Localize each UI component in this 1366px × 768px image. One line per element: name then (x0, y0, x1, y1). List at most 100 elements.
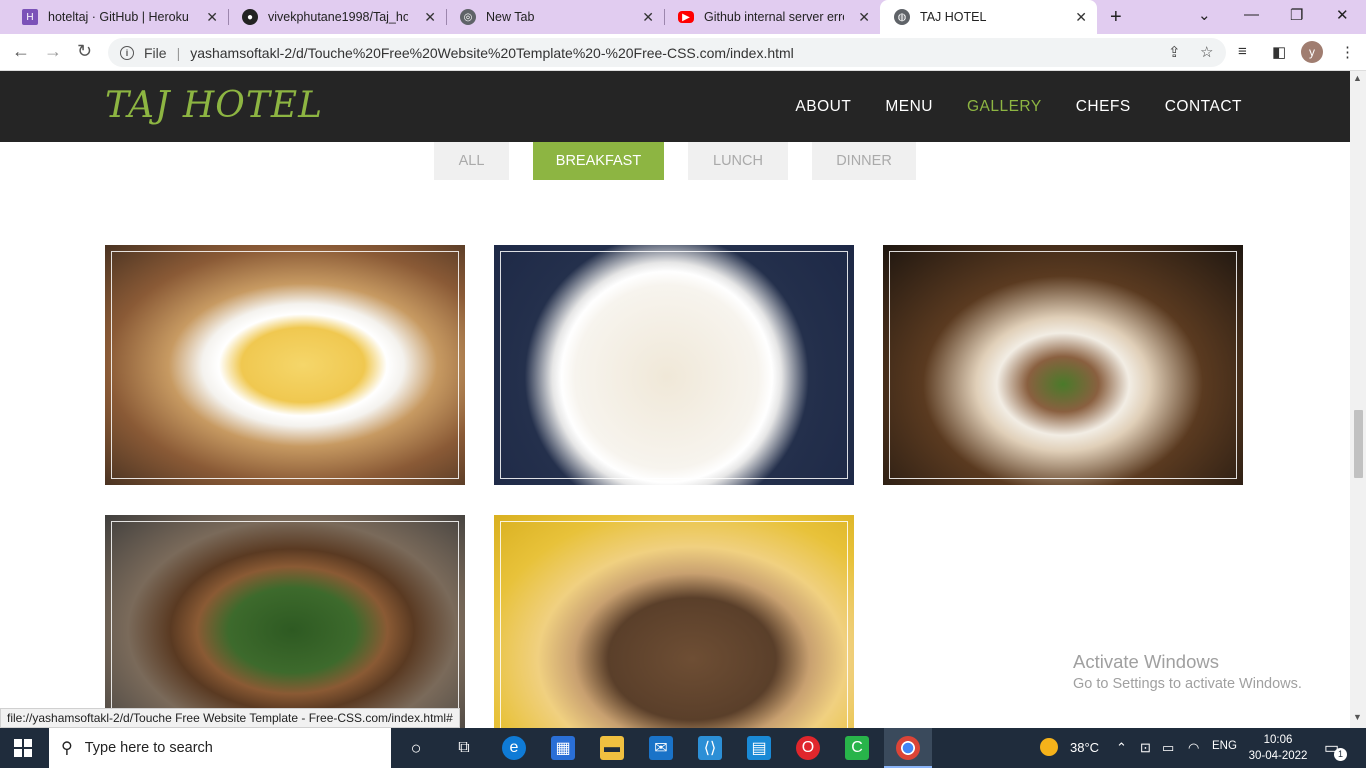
tab-title: hoteltaj · GitHub | Heroku (48, 10, 188, 24)
github-icon: ● (242, 9, 258, 25)
camtasia-icon[interactable]: C (845, 736, 869, 760)
tab-title: TAJ HOTEL (920, 10, 987, 24)
link-status-bubble: file://yashamsoftakl-2/d/Touche Free Web… (0, 708, 460, 728)
taskbar-search-placeholder: Type here to search (84, 740, 213, 756)
filter-breakfast-button[interactable]: BREAKFAST (533, 142, 664, 180)
mail-icon[interactable]: ✉ (649, 736, 673, 760)
close-tab-icon[interactable]: ✕ (1075, 9, 1087, 26)
scheme-label: File (144, 44, 167, 61)
page-viewport: TAJ HOTEL ABOUT MENU GALLERY CHEFS CONTA… (0, 71, 1350, 728)
taskbar-search-box[interactable]: ⚲ Type here to search (49, 728, 391, 768)
notification-count-badge: 1 (1334, 748, 1347, 761)
weather-sun-icon[interactable] (1040, 738, 1058, 756)
photo-frame (111, 521, 459, 728)
windows-taskbar: ⚲ Type here to search ○ ⧉ e ▦ ▬ ✉ ⟨⟩ ▤ O… (0, 728, 1366, 768)
filter-lunch-button[interactable]: LUNCH (688, 142, 788, 180)
youtube-icon: ▶ (678, 11, 694, 23)
site-logo[interactable]: TAJ HOTEL (105, 85, 323, 126)
tab-title: New Tab (486, 10, 535, 24)
scroll-down-arrow-icon[interactable]: ▼ (1353, 712, 1362, 722)
nav-chefs[interactable]: CHEFS (1076, 98, 1131, 116)
taskbar-clock[interactable]: 10:06 30-04-2022 (1248, 732, 1308, 764)
browser-tab-taj-hotel[interactable]: ◍ TAJ HOTEL ✕ (880, 0, 1097, 34)
browser-tab-youtube[interactable]: ▶ Github internal server error, i ✕ (664, 0, 880, 34)
gallery-photo-grilled-steak[interactable] (494, 515, 854, 728)
gallery-photo-noodle-dish[interactable] (105, 245, 465, 485)
chrome-taskbar-icon[interactable] (896, 736, 920, 760)
reload-icon[interactable]: ↻ (77, 41, 92, 62)
gallery-photo-steak-broccoli[interactable] (883, 245, 1243, 485)
side-panel-icon[interactable]: ◧ (1272, 43, 1286, 61)
store-icon[interactable]: ▦ (551, 736, 575, 760)
address-bar[interactable]: i File | yashamsoftakl-2/d/Touche%20Free… (108, 38, 1226, 67)
nav-gallery[interactable]: GALLERY (967, 98, 1042, 116)
address-url[interactable]: yashamsoftakl-2/d/Touche%20Free%20Websit… (190, 45, 794, 61)
browser-tab-heroku[interactable]: H hoteltaj · GitHub | Heroku ✕ (8, 0, 228, 34)
back-arrow-icon[interactable]: ← (12, 41, 30, 62)
wifi-icon[interactable]: ◠ (1188, 740, 1199, 756)
heroku-icon: H (22, 9, 38, 25)
file-explorer-icon[interactable]: ▬ (600, 736, 624, 760)
tab-search-chevron-icon[interactable]: ⌄ (1198, 6, 1211, 24)
gallery-filters: ALL BREAKFAST LUNCH DINNER (434, 142, 916, 180)
watermark-title: Activate Windows (1073, 651, 1219, 672)
minimize-icon[interactable]: — (1244, 6, 1259, 23)
edge-icon[interactable]: e (502, 736, 526, 760)
close-tab-icon[interactable]: ✕ (858, 9, 870, 26)
windows-start-icon[interactable] (14, 739, 32, 757)
gallery-photo-breakfast-plate[interactable] (494, 245, 854, 485)
browser-tab-strip: H hoteltaj · GitHub | Heroku ✕ ● vivekph… (0, 0, 1366, 34)
photo-frame (111, 251, 459, 479)
browser-tab-github[interactable]: ● vivekphutane1998/Taj_hotel- ✕ (228, 0, 446, 34)
close-window-icon[interactable]: ✕ (1336, 6, 1349, 24)
address-separator: | (176, 44, 181, 61)
nav-about[interactable]: ABOUT (795, 98, 851, 116)
battery-icon[interactable]: ▭ (1162, 740, 1174, 756)
filter-all-button[interactable]: ALL (434, 142, 509, 180)
scrollbar-thumb[interactable] (1354, 410, 1363, 478)
show-hidden-icons-chevron-icon[interactable]: ⌃ (1116, 740, 1127, 756)
photo-frame (889, 251, 1237, 479)
weather-temperature[interactable]: 38°C (1070, 740, 1099, 755)
close-tab-icon[interactable]: ✕ (642, 9, 654, 26)
task-view-icon[interactable]: ⧉ (452, 736, 476, 760)
vscode-icon[interactable]: ⟨⟩ (698, 736, 722, 760)
browser-toolbar: ← → ↻ i File | yashamsoftakl-2/d/Touche%… (0, 34, 1366, 71)
share-icon[interactable]: ⇪ (1168, 43, 1181, 61)
clock-time: 10:06 (1263, 734, 1293, 746)
reading-list-icon[interactable]: ≡ (1238, 43, 1247, 60)
forward-arrow-icon[interactable]: → (44, 41, 62, 62)
scroll-up-arrow-icon[interactable]: ▲ (1353, 73, 1362, 83)
bookmark-star-icon[interactable]: ☆ (1200, 43, 1213, 61)
clock-date: 30-04-2022 (1248, 750, 1308, 762)
page-scrollbar[interactable]: ▲ ▼ (1350, 71, 1366, 728)
language-indicator[interactable]: ENG (1212, 740, 1237, 752)
globe-icon: ◍ (894, 9, 910, 25)
network-device-icon[interactable]: ⊡ (1140, 740, 1151, 756)
activate-windows-watermark: Activate Windows Go to Settings to activ… (1073, 651, 1302, 692)
cortana-icon[interactable]: ○ (404, 736, 428, 760)
restore-icon[interactable]: ❐ (1290, 6, 1303, 24)
watermark-subtitle: Go to Settings to activate Windows. (1073, 676, 1302, 692)
gallery-photo-spinach-salad[interactable] (105, 515, 465, 728)
calendar-icon[interactable]: ▤ (747, 736, 771, 760)
menu-kebab-icon[interactable]: ⋮ (1340, 43, 1355, 61)
main-nav: ABOUT MENU GALLERY CHEFS CONTACT (795, 98, 1242, 116)
photo-frame (500, 521, 848, 728)
photo-frame (500, 251, 848, 479)
browser-tab-new-tab[interactable]: ◎ New Tab ✕ (446, 0, 664, 34)
tab-title: vivekphutane1998/Taj_hotel- (268, 10, 408, 24)
close-tab-icon[interactable]: ✕ (424, 9, 436, 26)
new-tab-plus-icon[interactable]: + (1110, 6, 1122, 29)
site-info-icon[interactable]: i (120, 45, 134, 60)
tab-title: Github internal server error, i (704, 10, 844, 24)
profile-avatar[interactable]: y (1301, 41, 1323, 63)
nav-contact[interactable]: CONTACT (1165, 98, 1242, 116)
site-header: TAJ HOTEL ABOUT MENU GALLERY CHEFS CONTA… (0, 71, 1350, 142)
opera-icon[interactable]: O (796, 736, 820, 760)
nav-menu[interactable]: MENU (885, 98, 933, 116)
search-icon: ⚲ (61, 740, 73, 757)
close-tab-icon[interactable]: ✕ (206, 9, 218, 26)
filter-dinner-button[interactable]: DINNER (812, 142, 916, 180)
chrome-icon: ◎ (460, 9, 476, 25)
